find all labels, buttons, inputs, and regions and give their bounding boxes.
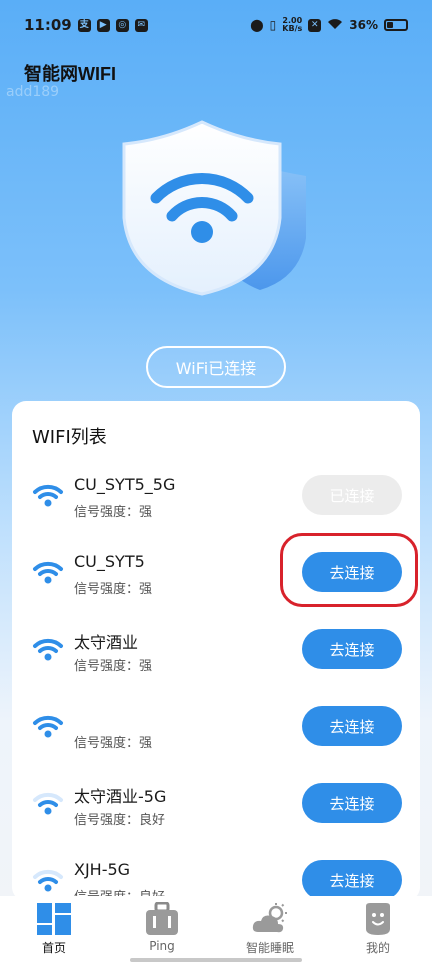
tab-label: 智能睡眠 [245, 941, 294, 955]
tab-home[interactable]: 首页 [0, 896, 108, 964]
wifi-signal-icon [33, 715, 63, 738]
wifi-list-item[interactable]: 太守酒业-5G 信号强度：良好 去连接 [12, 773, 420, 833]
wifi-name: 太守酒业-5G [74, 787, 167, 806]
wifi-list-item[interactable]: CU_SYT5_5G 信号强度：强 已连接 [12, 465, 420, 525]
shield-wifi-icon [122, 120, 306, 296]
wifi-signal-icon [33, 792, 63, 815]
wifi-signal-strength: 信号强度：强 [74, 505, 153, 520]
wifi-list-item[interactable]: 太守酒业信号强度：强 去连接 [12, 619, 420, 679]
net-speed: 2.00 KB/s [282, 17, 302, 33]
wifi-list-title: WIFI列表 [32, 427, 107, 448]
sim-icon: ✕ [308, 18, 322, 32]
tab-ping[interactable]: Ping [108, 896, 216, 964]
connect-button[interactable]: 去连接 [302, 860, 402, 900]
status-right: ⬤ ▯ 2.00 KB/s ✕ 36% [250, 17, 408, 33]
wifi-signal-strength: 信号强度：良好 [74, 813, 166, 828]
notification-icon: ◎ [115, 18, 129, 32]
battery-percent: 36% [349, 18, 378, 32]
status-left: 11:09 支 ▶ ◎ ✉ [24, 16, 148, 34]
vibrate-icon: ▯ [269, 18, 277, 32]
highlight-annotation [280, 533, 418, 607]
wifi-name: CU_SYT5_5G [74, 475, 176, 494]
notification-icon: ✉ [134, 18, 148, 32]
wifi-signal-icon [33, 638, 63, 661]
tab-label: 首页 [41, 941, 66, 955]
wifi-signal-strength: 信号强度：强 [74, 736, 153, 751]
location-icon: ⬤ [250, 18, 264, 32]
tab-smart-sleep[interactable]: 智能睡眠 [216, 896, 324, 964]
page-title: 智能网WIFI [24, 64, 116, 84]
profile-face-icon [366, 903, 390, 935]
wifi-name: 太守酒业 [74, 633, 139, 652]
tab-label: Ping [149, 939, 175, 953]
bottom-tab-bar: 首页 Ping 智能睡眠 我的 [0, 896, 432, 964]
connected-button[interactable]: 已连接 [302, 475, 402, 515]
notification-icon: ▶ [96, 18, 110, 32]
wifi-name: XJH-5G [74, 860, 131, 879]
battery-icon [384, 19, 408, 31]
wifi-list-item[interactable]: 信号强度：强 去连接 [12, 696, 420, 756]
wifi-list-card: WIFI列表 CU_SYT5_5G 信号强度：强 已连接 CU_SYT5 信号强度：强去… [12, 401, 420, 901]
weather-icon [252, 903, 287, 933]
wifi-connected-status-button[interactable]: WiFi已连接 [146, 346, 286, 388]
wifi-list-item[interactable]: XJH-5G信号强度：良好去连接 [12, 850, 420, 901]
home-indicator [130, 958, 302, 962]
briefcase-icon [146, 902, 178, 935]
tab-label: 我的 [365, 941, 390, 955]
wifi-signal-strength: 信号强度：强 [74, 582, 153, 597]
connect-button[interactable]: 去连接 [302, 706, 402, 746]
status-bar: 11:09 支 ▶ ◎ ✉ ⬤ ▯ 2.00 KB/s ✕ 36% [0, 0, 432, 50]
wifi-signal-icon [33, 484, 63, 507]
notification-icon: 支 [77, 18, 91, 32]
wifi-status-icon [327, 18, 343, 33]
status-time: 11:09 [24, 16, 72, 34]
home-grid-icon [37, 903, 71, 935]
wifi-name: CU_SYT5 [74, 552, 145, 571]
tab-mine[interactable]: 我的 [324, 896, 432, 964]
wifi-signal-icon [33, 561, 63, 584]
connect-button[interactable]: 去连接 [302, 629, 402, 669]
net-speed-unit: KB/s [282, 24, 303, 33]
connect-button[interactable]: 去连接 [302, 783, 402, 823]
watermark: add189 [6, 84, 60, 100]
wifi-signal-icon [33, 869, 63, 892]
wifi-signal-strength: 信号强度：强 [74, 659, 153, 674]
